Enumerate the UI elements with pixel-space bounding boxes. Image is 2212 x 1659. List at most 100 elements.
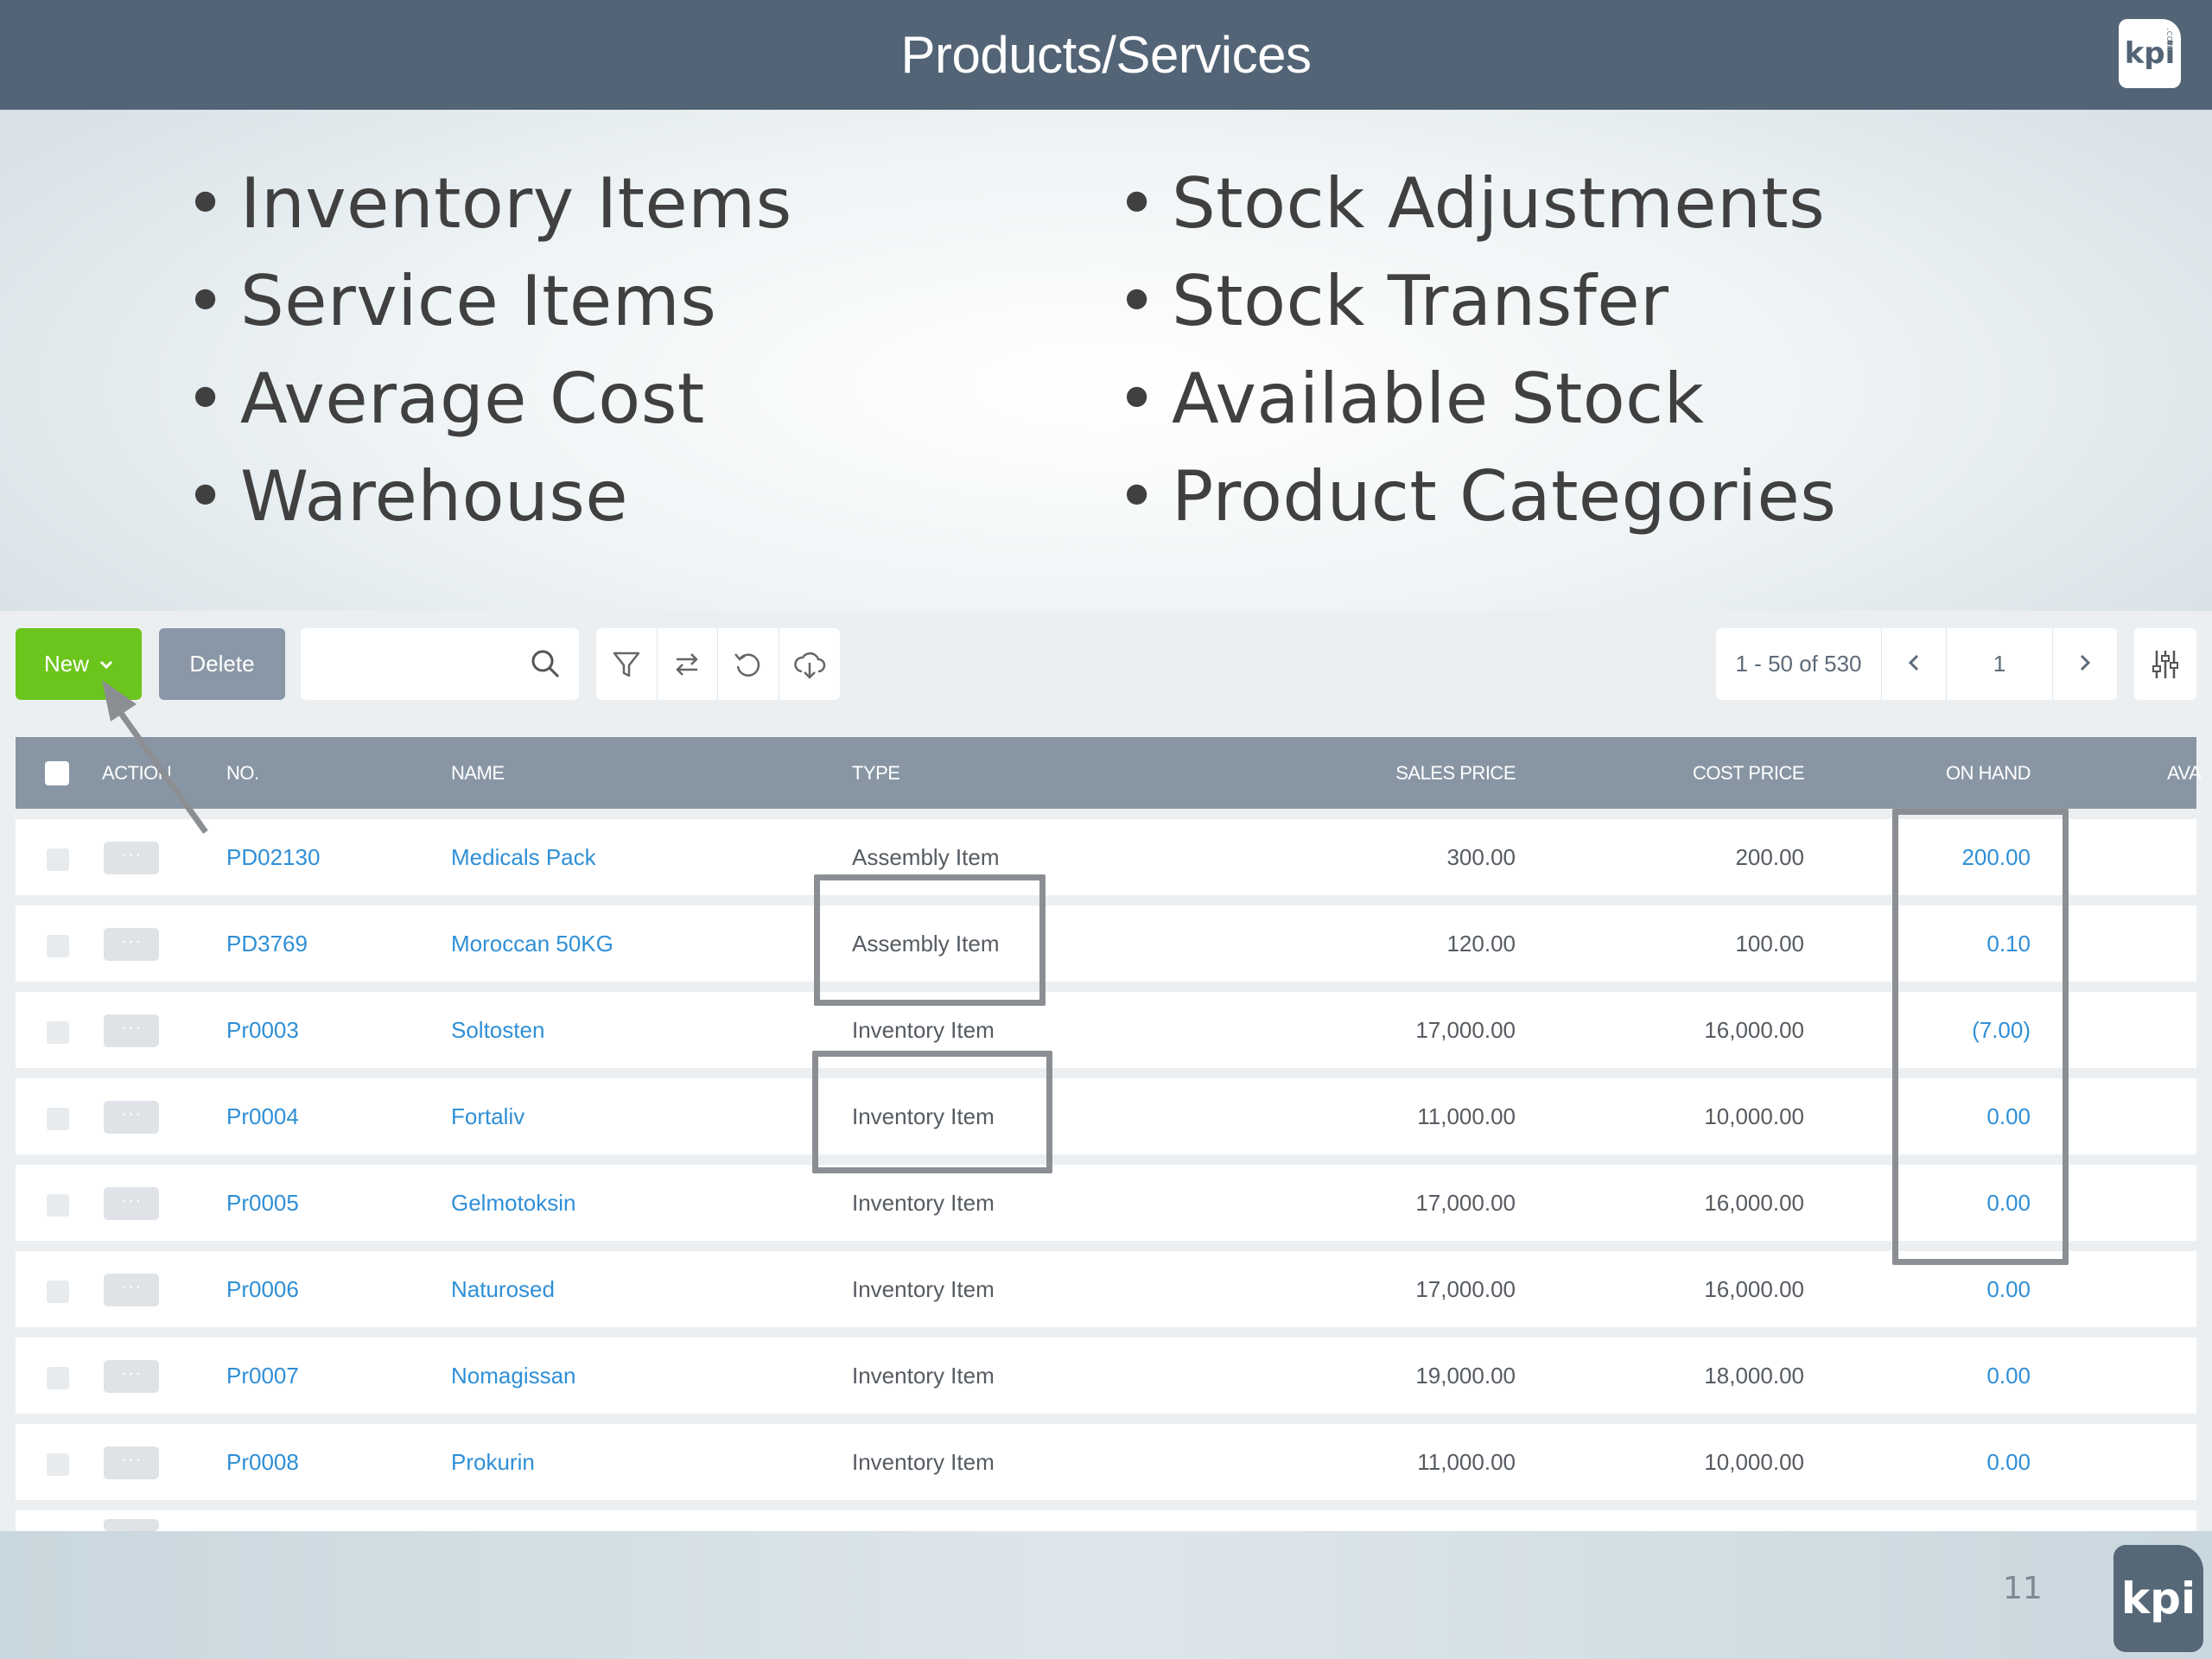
row-checkbox[interactable] <box>47 1453 69 1476</box>
table-row[interactable]: ··· Pr0003 Soltosten Inventory Item 17,0… <box>16 992 2196 1068</box>
kpi-logo-suffix: .com <box>2164 28 2176 51</box>
row-actions-button[interactable]: ··· <box>104 1274 159 1306</box>
cost-price: 16,000.00 <box>1704 1017 1804 1043</box>
column-header-name[interactable]: NAME <box>451 737 505 809</box>
slide-title-bar: Products/Services kpi .com <box>0 0 2212 110</box>
product-number-link[interactable]: PD02130 <box>226 819 320 895</box>
slide-title: Products/Services <box>900 26 1312 84</box>
row-actions-button[interactable]: ··· <box>104 1187 159 1220</box>
cost-price: 200.00 <box>1735 844 1804 870</box>
annotation-arrow-icon <box>102 680 208 835</box>
search-input[interactable] <box>301 628 579 700</box>
sales-price: 11,000.00 <box>1417 1103 1516 1129</box>
transfer-button[interactable] <box>658 628 718 700</box>
product-number-link[interactable]: Pr0003 <box>226 992 299 1068</box>
filter-button[interactable] <box>596 628 658 700</box>
sales-price: 17,000.00 <box>1415 1017 1516 1043</box>
kpi-footer-logo: kpi <box>2113 1545 2203 1652</box>
sales-price: 300.00 <box>1446 844 1516 870</box>
bullet-list-left: Inventory Items Service Items Average Co… <box>185 155 792 545</box>
slide-footer: 11 kpi <box>0 1531 2212 1659</box>
table-row[interactable]: ··· Pr0005 Gelmotoksin Inventory Item 17… <box>16 1165 2196 1241</box>
product-number-link[interactable]: Pr0006 <box>226 1251 299 1327</box>
row-checkbox[interactable] <box>47 1108 69 1130</box>
column-header-available[interactable]: AVA <box>2167 737 2202 809</box>
on-hand-link[interactable]: 0.00 <box>1842 1338 2031 1414</box>
on-hand-link[interactable]: 0.00 <box>1842 1424 2031 1500</box>
table-row[interactable]: ··· PD02130 Medicals Pack Assembly Item … <box>16 819 2196 895</box>
row-actions-button[interactable]: ··· <box>104 1446 159 1479</box>
column-settings-button[interactable] <box>2134 628 2196 700</box>
product-name-link[interactable]: Nomagissan <box>451 1338 576 1414</box>
kpi-footer-logo-text: kpi <box>2120 1573 2196 1624</box>
product-type: Inventory Item <box>852 1449 995 1475</box>
row-actions-button[interactable] <box>104 1519 159 1531</box>
row-checkbox[interactable] <box>47 935 69 957</box>
search-icon[interactable] <box>529 647 562 680</box>
product-number-link[interactable]: Pr0007 <box>226 1338 299 1414</box>
table-row[interactable]: ··· PD3769 Moroccan 50KG Assembly Item 1… <box>16 906 2196 982</box>
toolbar-icon-group <box>596 628 840 700</box>
row-checkbox[interactable] <box>47 1367 69 1389</box>
highlight-box-assembly-type <box>814 874 1046 1006</box>
table-row[interactable]: ··· Pr0006 Naturosed Inventory Item 17,0… <box>16 1251 2196 1327</box>
product-number-link[interactable]: Pr0008 <box>226 1424 299 1500</box>
row-checkbox[interactable] <box>47 1281 69 1303</box>
product-name-link[interactable]: Soltosten <box>451 992 544 1068</box>
product-name-link[interactable]: Prokurin <box>451 1424 535 1500</box>
row-actions-button[interactable]: ··· <box>104 928 159 961</box>
product-name-link[interactable]: Fortaliv <box>451 1078 524 1154</box>
refresh-button[interactable] <box>718 628 779 700</box>
refresh-icon <box>734 652 760 677</box>
sales-price: 17,000.00 <box>1415 1190 1516 1216</box>
table-row[interactable]: ··· Pr0004 Fortaliv Inventory Item 11,00… <box>16 1078 2196 1154</box>
cost-price: 16,000.00 <box>1704 1276 1804 1302</box>
bullet-item: Stock Adjustments <box>1116 155 1836 252</box>
next-page-button[interactable] <box>2053 628 2117 700</box>
row-actions-button[interactable]: ··· <box>104 1014 159 1047</box>
bullet-item: Stock Transfer <box>1116 252 1836 350</box>
cost-price: 18,000.00 <box>1704 1363 1804 1389</box>
column-header-type[interactable]: TYPE <box>852 737 900 809</box>
bullet-list-right: Stock Adjustments Stock Transfer Availab… <box>1116 155 1836 545</box>
product-name-link[interactable]: Medicals Pack <box>451 819 596 895</box>
table-row[interactable]: ··· Pr0007 Nomagissan Inventory Item 19,… <box>16 1338 2196 1414</box>
bullet-item: Inventory Items <box>185 155 792 252</box>
row-checkbox[interactable] <box>47 849 69 871</box>
product-type: Inventory Item <box>852 1190 995 1216</box>
row-checkbox[interactable] <box>47 1194 69 1217</box>
table-row[interactable] <box>16 1510 2196 1531</box>
row-actions-button[interactable]: ··· <box>104 1360 159 1393</box>
product-name-link[interactable]: Moroccan 50KG <box>451 906 613 982</box>
product-number-link[interactable]: Pr0004 <box>226 1078 299 1154</box>
page-number-input[interactable]: 1 <box>1946 628 2053 700</box>
column-header-no[interactable]: NO. <box>226 737 259 809</box>
row-checkbox[interactable] <box>47 1021 69 1044</box>
highlight-box-on-hand <box>1892 809 2069 1265</box>
column-header-cost-price[interactable]: COST PRICE <box>1557 737 1805 809</box>
export-button[interactable] <box>779 628 841 700</box>
slide-page-number: 11 <box>2003 1571 2043 1606</box>
cost-price: 16,000.00 <box>1704 1190 1804 1216</box>
product-type: Inventory Item <box>852 1276 995 1302</box>
kpi-logo: kpi .com <box>2119 19 2181 88</box>
products-app-screenshot: New Delete 1 - 50 of 530 1 ACTION NO. NA… <box>0 611 2212 1531</box>
prev-page-button[interactable] <box>1882 628 1946 700</box>
product-number-link[interactable]: PD3769 <box>226 906 308 982</box>
row-actions-button[interactable]: ··· <box>104 842 159 874</box>
table-header: ACTION NO. NAME TYPE SALES PRICE COST PR… <box>16 737 2202 809</box>
product-name-link[interactable]: Gelmotoksin <box>451 1165 576 1241</box>
product-number-link[interactable]: Pr0005 <box>226 1165 299 1241</box>
cost-price: 10,000.00 <box>1704 1449 1804 1475</box>
product-name-link[interactable]: Naturosed <box>451 1251 555 1327</box>
chevron-left-icon <box>1908 654 1919 671</box>
toolbar: New Delete 1 - 50 of 530 1 <box>0 611 2212 741</box>
row-actions-button[interactable]: ··· <box>104 1101 159 1134</box>
table-row[interactable]: ··· Pr0008 Prokurin Inventory Item 11,00… <box>16 1424 2196 1500</box>
column-header-sales-price[interactable]: SALES PRICE <box>1268 737 1516 809</box>
sales-price: 120.00 <box>1446 931 1516 957</box>
bullet-item: Average Cost <box>185 350 792 448</box>
column-settings-icon <box>2152 650 2178 678</box>
cost-price: 100.00 <box>1735 931 1804 957</box>
column-header-on-hand[interactable]: ON HAND <box>1842 737 2031 809</box>
